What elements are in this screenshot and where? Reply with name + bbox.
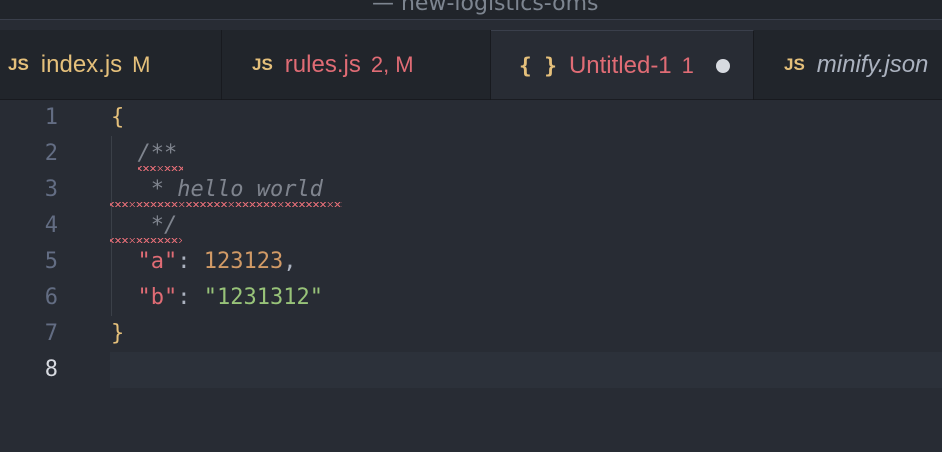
error-squiggle — [110, 238, 182, 243]
colon: : — [177, 285, 204, 310]
error-squiggle — [138, 166, 183, 171]
current-line-highlight — [110, 352, 942, 388]
json-number-value: 123123 — [203, 249, 284, 274]
tab-problem-count: 1 — [681, 52, 694, 78]
code-line-7: 7 } — [0, 316, 942, 352]
tab-rules-js[interactable]: JS rules.js 2, M — [222, 30, 491, 100]
line-content[interactable]: { — [111, 100, 124, 136]
json-key: "a" — [137, 249, 178, 274]
line-number: 4 — [44, 213, 58, 238]
json-key: "b" — [137, 285, 178, 310]
title-separator — [0, 19, 942, 20]
code-line-3: 3 * hello world — [0, 172, 942, 208]
tab-bar: JS index.js M JS rules.js 2, M { } Untit… — [0, 30, 942, 100]
title-bar: — new-logistics-oms — [0, 0, 942, 20]
tab-problem-count: 2, M — [370, 52, 414, 77]
line-number: 1 — [44, 105, 58, 130]
line-number: 6 — [44, 285, 58, 310]
line-number: 2 — [44, 141, 58, 166]
window-title: — new-logistics-oms — [372, 0, 599, 16]
javascript-file-icon: JS — [8, 55, 29, 74]
line-number: 3 — [44, 177, 58, 202]
tab-label: minify.json — [816, 51, 929, 78]
line-number: 8 — [44, 357, 58, 382]
tab-minify-json[interactable]: JS minify.json — [754, 30, 942, 100]
line-content[interactable]: "b": "1231312" — [111, 280, 323, 316]
error-squiggle — [110, 202, 342, 207]
tab-untitled-1[interactable]: { } Untitled-1 1 — [491, 30, 754, 100]
code-line-2: 2 /** — [0, 136, 942, 172]
tab-label: index.js — [40, 51, 123, 78]
javascript-file-icon: JS — [784, 55, 805, 74]
javascript-file-icon: JS — [252, 55, 273, 74]
comma: , — [283, 249, 297, 274]
open-brace: { — [111, 105, 125, 130]
json-string-value: "1231312" — [203, 285, 323, 310]
code-line-5: 5 "a": 123123, — [0, 244, 942, 280]
code-line-8: 8 — [0, 352, 942, 388]
line-number: 7 — [44, 321, 58, 346]
tab-index-js[interactable]: JS index.js M — [0, 30, 222, 100]
line-content[interactable]: "a": 123123, — [111, 244, 297, 280]
colon: : — [177, 249, 204, 274]
code-line-4: 4 */ — [0, 208, 942, 244]
unsaved-dot-icon[interactable] — [715, 58, 730, 73]
tab-label: Untitled-1 — [568, 51, 672, 79]
line-number: 5 — [44, 249, 58, 274]
tab-label: rules.js — [284, 51, 361, 78]
line-content[interactable]: } — [111, 316, 124, 352]
json-file-icon: { } — [519, 53, 557, 78]
comment-text: * hello world — [137, 177, 323, 202]
comment-text: */ — [137, 213, 178, 238]
code-line-6: 6 "b": "1231312" — [0, 280, 942, 316]
close-brace: } — [111, 321, 125, 346]
code-editor[interactable]: 1 { 2 /** 3 * hello world 4 */ 5 "a": 12… — [0, 100, 942, 452]
comment-text: /** — [137, 141, 178, 166]
code-line-1: 1 { — [0, 100, 942, 136]
tab-git-status: M — [132, 52, 151, 77]
